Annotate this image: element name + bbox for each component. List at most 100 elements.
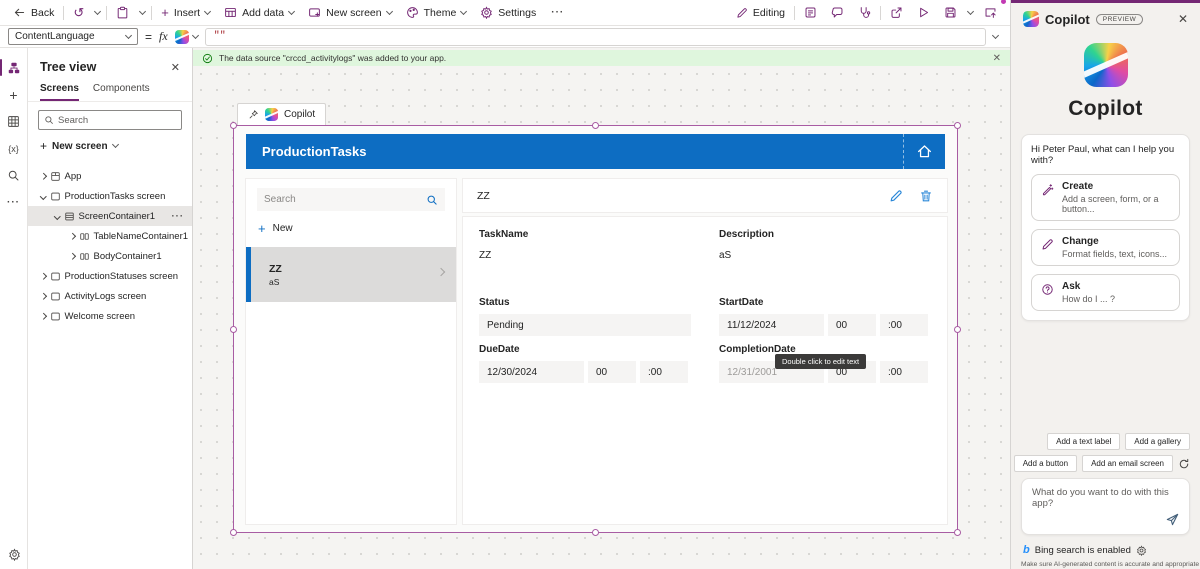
hour-input[interactable]: 00 [828, 314, 876, 336]
send-icon[interactable] [1165, 512, 1180, 527]
gallery-search-box[interactable] [257, 188, 445, 211]
tree-search-input[interactable] [58, 115, 176, 126]
insert-button[interactable]: + Insert [154, 1, 217, 25]
data-grid-icon [7, 115, 20, 128]
settings-button[interactable]: Settings [473, 1, 543, 25]
paste-menu-button[interactable] [136, 1, 149, 25]
tree-item-bodycontainer1[interactable]: BodyContainer1 [28, 246, 192, 266]
tab-screens[interactable]: Screens [40, 80, 79, 101]
minute-input[interactable]: :00 [640, 361, 688, 383]
gallery-item-selected[interactable]: ZZ aS [246, 247, 456, 302]
variables-rail-button[interactable]: {x} [0, 135, 28, 162]
new-record-button[interactable]: + New [246, 211, 456, 244]
gallery-search-input[interactable] [264, 194, 426, 205]
tree-item-productiontasks-screen[interactable]: ProductionTasks screen [28, 186, 192, 206]
copilot-prompt-box[interactable] [1021, 478, 1190, 535]
tree-search-box[interactable] [38, 110, 182, 130]
more-rail-button[interactable]: ··· [0, 189, 28, 216]
editing-mode-button[interactable]: Editing [729, 1, 792, 25]
notification-close-button[interactable]: ✕ [993, 53, 1001, 64]
monitor-button[interactable] [851, 1, 878, 25]
edit-pencil-icon[interactable] [889, 189, 903, 203]
field-status[interactable]: Status Pending [479, 297, 691, 344]
chip-add-button[interactable]: Add a button [1014, 455, 1077, 472]
chip-add-gallery[interactable]: Add a gallery [1125, 433, 1190, 450]
property-selector[interactable]: ContentLanguage [8, 28, 138, 45]
field-startdate[interactable]: StartDate 11/12/2024 00 :00 [719, 297, 931, 344]
undo-menu-button[interactable] [91, 1, 104, 25]
save-menu-button[interactable] [964, 1, 977, 25]
refresh-icon[interactable] [1178, 458, 1190, 470]
undo-button[interactable]: ↺ [66, 1, 91, 25]
success-check-icon [202, 53, 213, 64]
search-rail-button[interactable] [0, 162, 28, 189]
status-input[interactable]: Pending [479, 314, 691, 336]
field-duedate[interactable]: DueDate 12/30/2024 00 :00 [479, 344, 691, 391]
field-taskname[interactable]: TaskName ZZ [479, 229, 691, 297]
overflow-button[interactable]: ··· [543, 7, 572, 18]
trash-icon[interactable] [919, 189, 933, 203]
close-copilot-button[interactable]: ✕ [1178, 12, 1188, 26]
date-input[interactable]: 12/30/2024 [479, 361, 584, 383]
theme-label: Theme [424, 7, 457, 19]
publish-icon [984, 6, 997, 19]
back-button[interactable]: Back [6, 1, 61, 25]
create-card[interactable]: Create Add a screen, form, or a button..… [1031, 174, 1180, 221]
save-button[interactable] [937, 1, 964, 25]
ask-card-title: Ask [1062, 281, 1115, 292]
paste-button[interactable] [109, 1, 136, 25]
tree-view-rail-button[interactable] [0, 54, 28, 81]
tree-item-activitylogs-screen[interactable]: ActivityLogs screen [28, 286, 192, 306]
chip-add-email-screen[interactable]: Add an email screen [1082, 455, 1173, 472]
app-header-bar[interactable]: ProductionTasks [246, 134, 945, 169]
home-icon[interactable] [903, 134, 945, 169]
field-description[interactable]: Description aS [719, 229, 931, 297]
gear-icon[interactable] [1136, 545, 1147, 556]
ask-card[interactable]: Ask How do I ... ? [1031, 274, 1180, 311]
minute-input[interactable]: :00 [880, 314, 928, 336]
change-card[interactable]: Change Format fields, text, icons... [1031, 229, 1180, 266]
tree-item-screencontainer1[interactable]: ScreenContainer1 ··· [28, 206, 192, 226]
tree-item-app[interactable]: App [28, 166, 192, 186]
formula-copilot-button[interactable] [175, 30, 198, 44]
theme-button[interactable]: Theme [399, 1, 474, 25]
tree-item-tablenamecontainer1[interactable]: TableNameContainer1 [28, 226, 192, 246]
hour-input[interactable]: 00 [588, 361, 636, 383]
copilot-prompt-input[interactable] [1022, 479, 1189, 519]
tree-item-more-button[interactable]: ··· [172, 211, 185, 222]
add-data-button[interactable]: Add data [217, 1, 301, 25]
new-screen-icon [308, 6, 321, 19]
minute-input[interactable]: :00 [880, 361, 928, 383]
app-checker-button[interactable] [797, 1, 824, 25]
publish-button[interactable] [977, 1, 1004, 25]
field-label: DueDate [479, 344, 691, 355]
formula-input[interactable]: "" [205, 28, 986, 46]
data-rail-button[interactable] [0, 108, 28, 135]
gallery-item-title: ZZ [269, 263, 456, 275]
insert-rail-button[interactable]: + [0, 81, 28, 108]
tree-item-productionstatuses-screen[interactable]: ProductionStatuses screen [28, 266, 192, 286]
chevron-down-icon [112, 141, 119, 148]
canvas-copilot-button[interactable]: Copilot [237, 103, 326, 125]
copilot-icon [1023, 11, 1039, 27]
tab-components[interactable]: Components [93, 80, 150, 101]
app-checker-icon [804, 6, 817, 19]
chevron-right-icon [40, 273, 46, 279]
new-screen-button[interactable]: New screen [301, 1, 398, 25]
tree-item-label: Welcome screen [65, 311, 136, 322]
close-tree-view-button[interactable]: ✕ [171, 61, 180, 74]
formula-value: "" [214, 31, 226, 42]
app-screen[interactable]: ProductionTasks + New ZZ aS [234, 126, 957, 532]
design-canvas[interactable]: Copilot ProductionTasks + New ZZ aS [193, 66, 1010, 569]
create-card-title: Create [1062, 181, 1170, 192]
date-input[interactable]: 11/12/2024 [719, 314, 824, 336]
tree-item-welcome-screen[interactable]: Welcome screen [28, 306, 192, 326]
expand-formula-bar-chevron[interactable] [992, 31, 999, 38]
rail-settings-button[interactable] [0, 548, 28, 561]
chip-add-text-label[interactable]: Add a text label [1047, 433, 1120, 450]
preview-play-button[interactable] [910, 1, 937, 25]
field-label: Description [719, 229, 931, 240]
comments-button[interactable] [824, 1, 851, 25]
new-screen-tree-button[interactable]: + New screen [28, 132, 192, 160]
share-button[interactable] [883, 1, 910, 25]
